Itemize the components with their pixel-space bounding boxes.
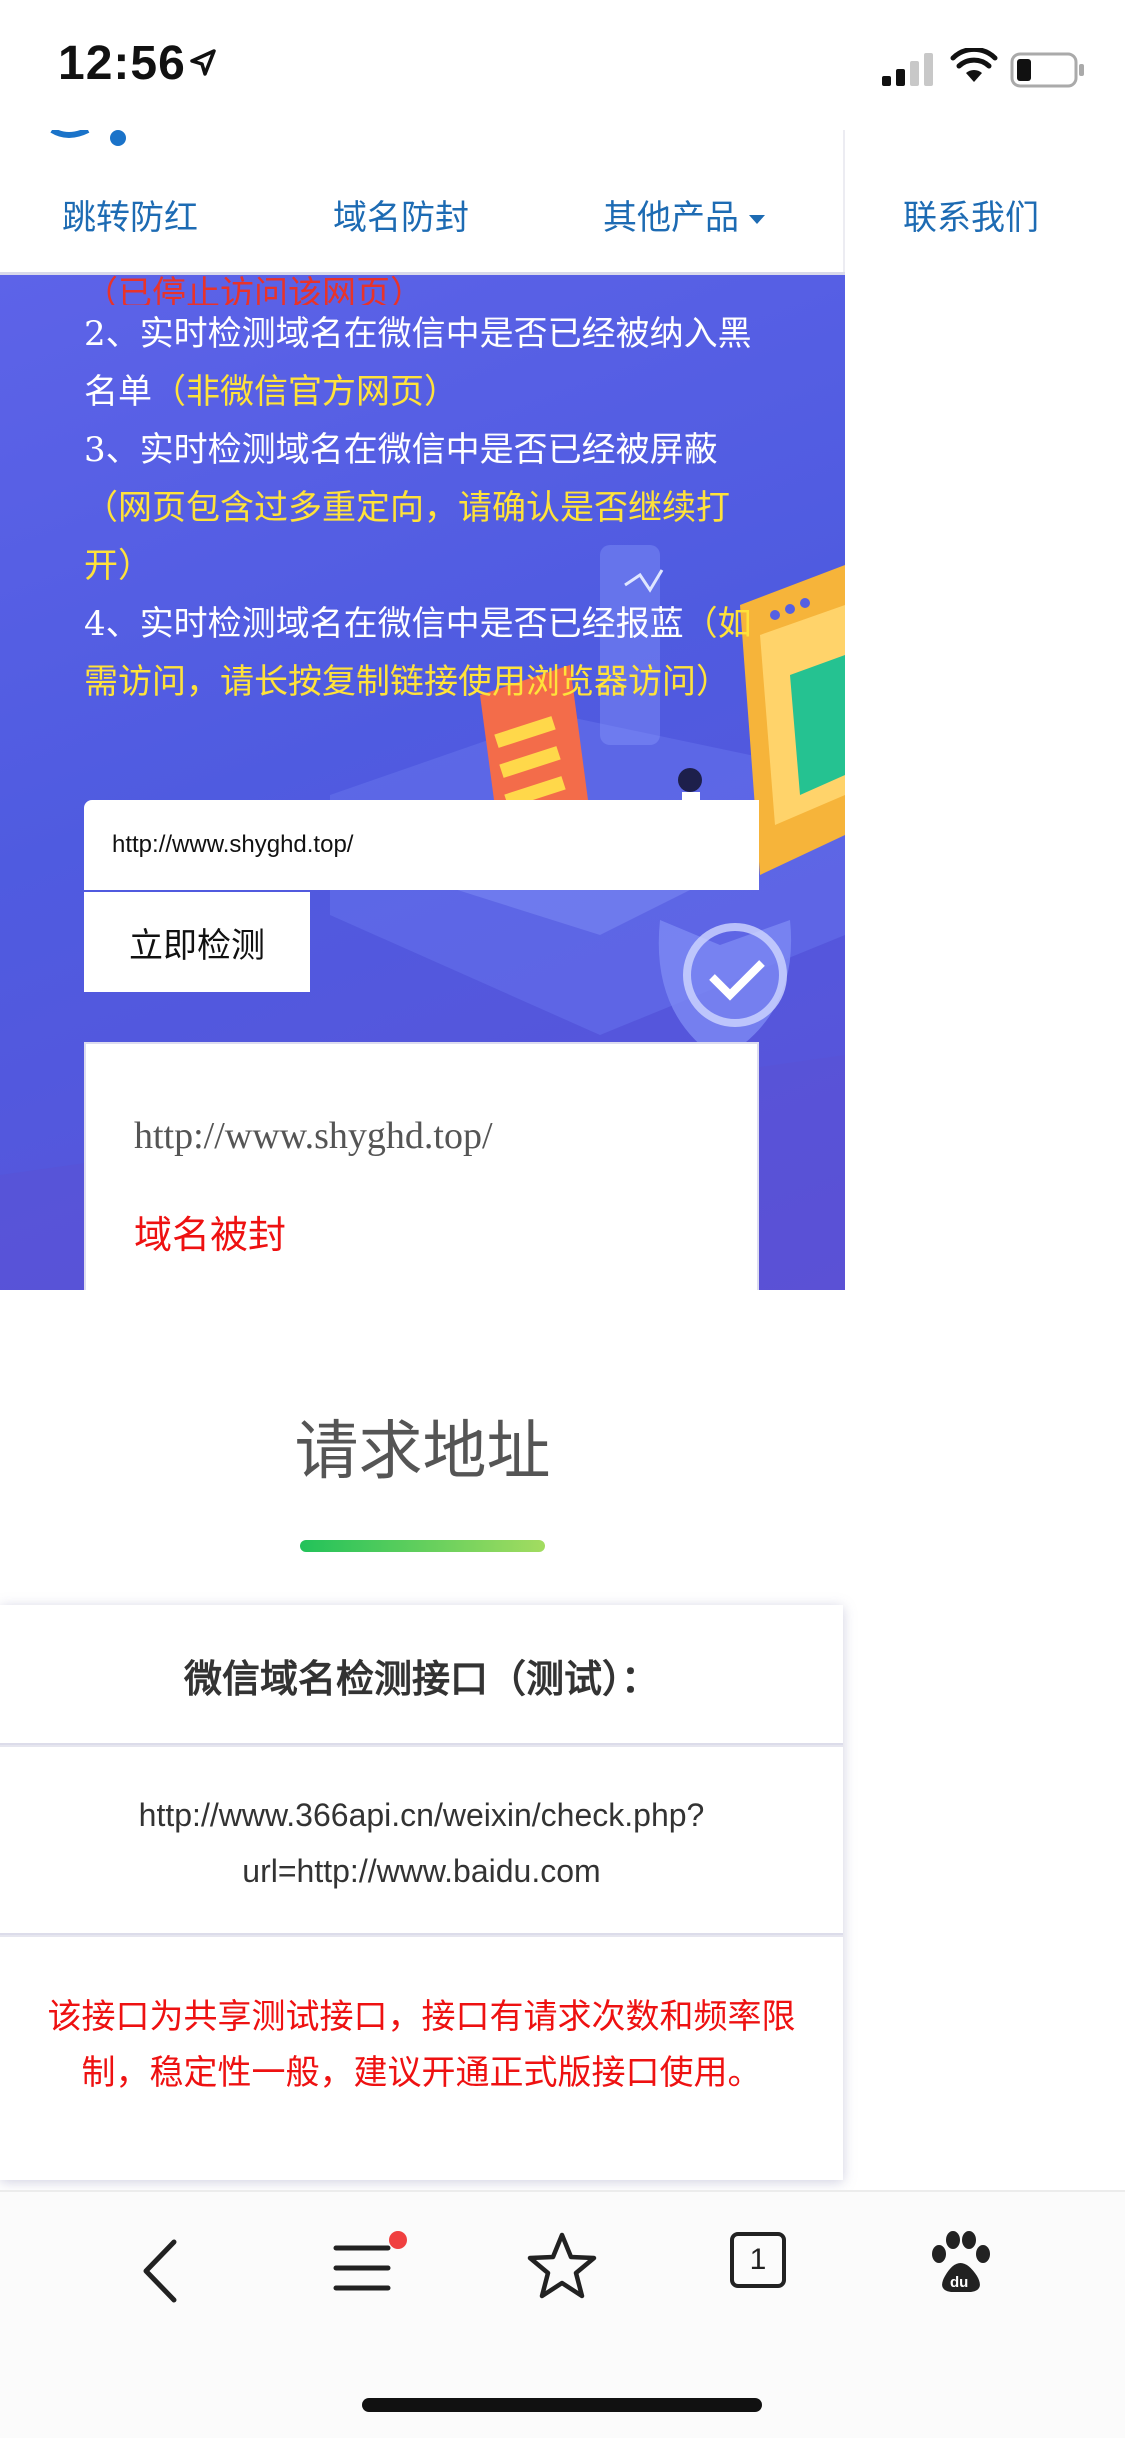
battery-icon [1010, 52, 1084, 88]
nav-item-redirect[interactable]: 跳转防红 [62, 190, 198, 239]
hero-section: （已停止访问该网页） 2、实时检测域名在微信中是否已经被纳入黑名单（非微信官方网… [0, 275, 845, 1290]
api-usage-note: 该接口为共享测试接口，接口有请求次数和频率限制，稳定性一般，建议开通正式版接口使… [0, 1935, 843, 2180]
feature-item-2: 2、实时检测域名在微信中是否已经被纳入黑名单（非微信官方网页） [84, 305, 764, 421]
section-title: 请求地址 [294, 1415, 551, 1489]
feature-item-3: 3、实时检测域名在微信中是否已经被屏蔽 （网页包含过多重定向，请确认是否继续打开） [84, 421, 764, 595]
check-now-button[interactable]: 立即检测 [84, 892, 310, 992]
feature-item-3-text: 3、实时检测域名在微信中是否已经被屏蔽 [84, 430, 718, 470]
nav-divider [843, 130, 845, 275]
api-url-line-2: url=http://www.baidu.com [242, 1853, 601, 1889]
cellular-signal-icon [882, 53, 933, 86]
star-icon[interactable] [526, 2230, 598, 2302]
baidu-icon[interactable]: du [925, 2228, 995, 2298]
hero-cut-line: （已停止访问该网页） [84, 275, 424, 305]
result-box: http://www.shyghd.top/ 域名被封 [84, 1042, 759, 1290]
menu-icon[interactable] [330, 2228, 410, 2308]
result-status: 域名被封 [134, 1213, 287, 1257]
tabs-icon[interactable]: 1 [730, 2232, 786, 2288]
api-card: 微信域名检测接口（测试）： http://www.366api.cn/weixi… [0, 1605, 843, 2180]
nav-item-domain-protect[interactable]: 域名防封 [333, 190, 469, 239]
api-url-line-1: http://www.366api.cn/weixin/check.php? [138, 1797, 705, 1833]
location-arrow-icon [190, 49, 216, 76]
nav-item-other-products[interactable]: 其他产品 [603, 190, 765, 239]
feature-item-4-text: 4、实时检测域名在微信中是否已经报蓝 [84, 604, 684, 644]
result-url: http://www.shyghd.top/ [134, 1115, 493, 1157]
status-time: 12:56 [58, 37, 186, 90]
back-icon[interactable] [136, 2236, 186, 2306]
home-indicator [362, 2398, 762, 2412]
site-logo [50, 130, 126, 146]
feature-item-2-note: （非微信官方网页） [152, 372, 458, 412]
tab-count: 1 [749, 2243, 767, 2276]
nav-item-other-products-label: 其他产品 [603, 198, 739, 238]
svg-text:du: du [950, 2274, 968, 2291]
wifi-icon [950, 48, 998, 82]
section-title-underline [300, 1540, 545, 1552]
feature-item-4: 4、实时检测域名在微信中是否已经报蓝（如需访问，请长按复制链接使用浏览器访问） [84, 595, 764, 711]
chevron-down-icon [749, 215, 765, 224]
top-nav: 跳转防红 域名防封 其他产品 联系我们 [0, 130, 1125, 275]
feature-item-3-note: （网页包含过多重定向，请确认是否继续打开） [84, 488, 730, 586]
status-bar: 12:56 [0, 0, 1125, 130]
api-url[interactable]: http://www.366api.cn/weixin/check.php? u… [0, 1745, 843, 1935]
domain-url-input[interactable] [84, 800, 759, 890]
feature-list: 2、实时检测域名在微信中是否已经被纳入黑名单（非微信官方网页） 3、实时检测域名… [84, 305, 764, 711]
nav-item-contact[interactable]: 联系我们 [903, 190, 1039, 239]
api-card-title: 微信域名检测接口（测试）： [183, 1656, 659, 1701]
